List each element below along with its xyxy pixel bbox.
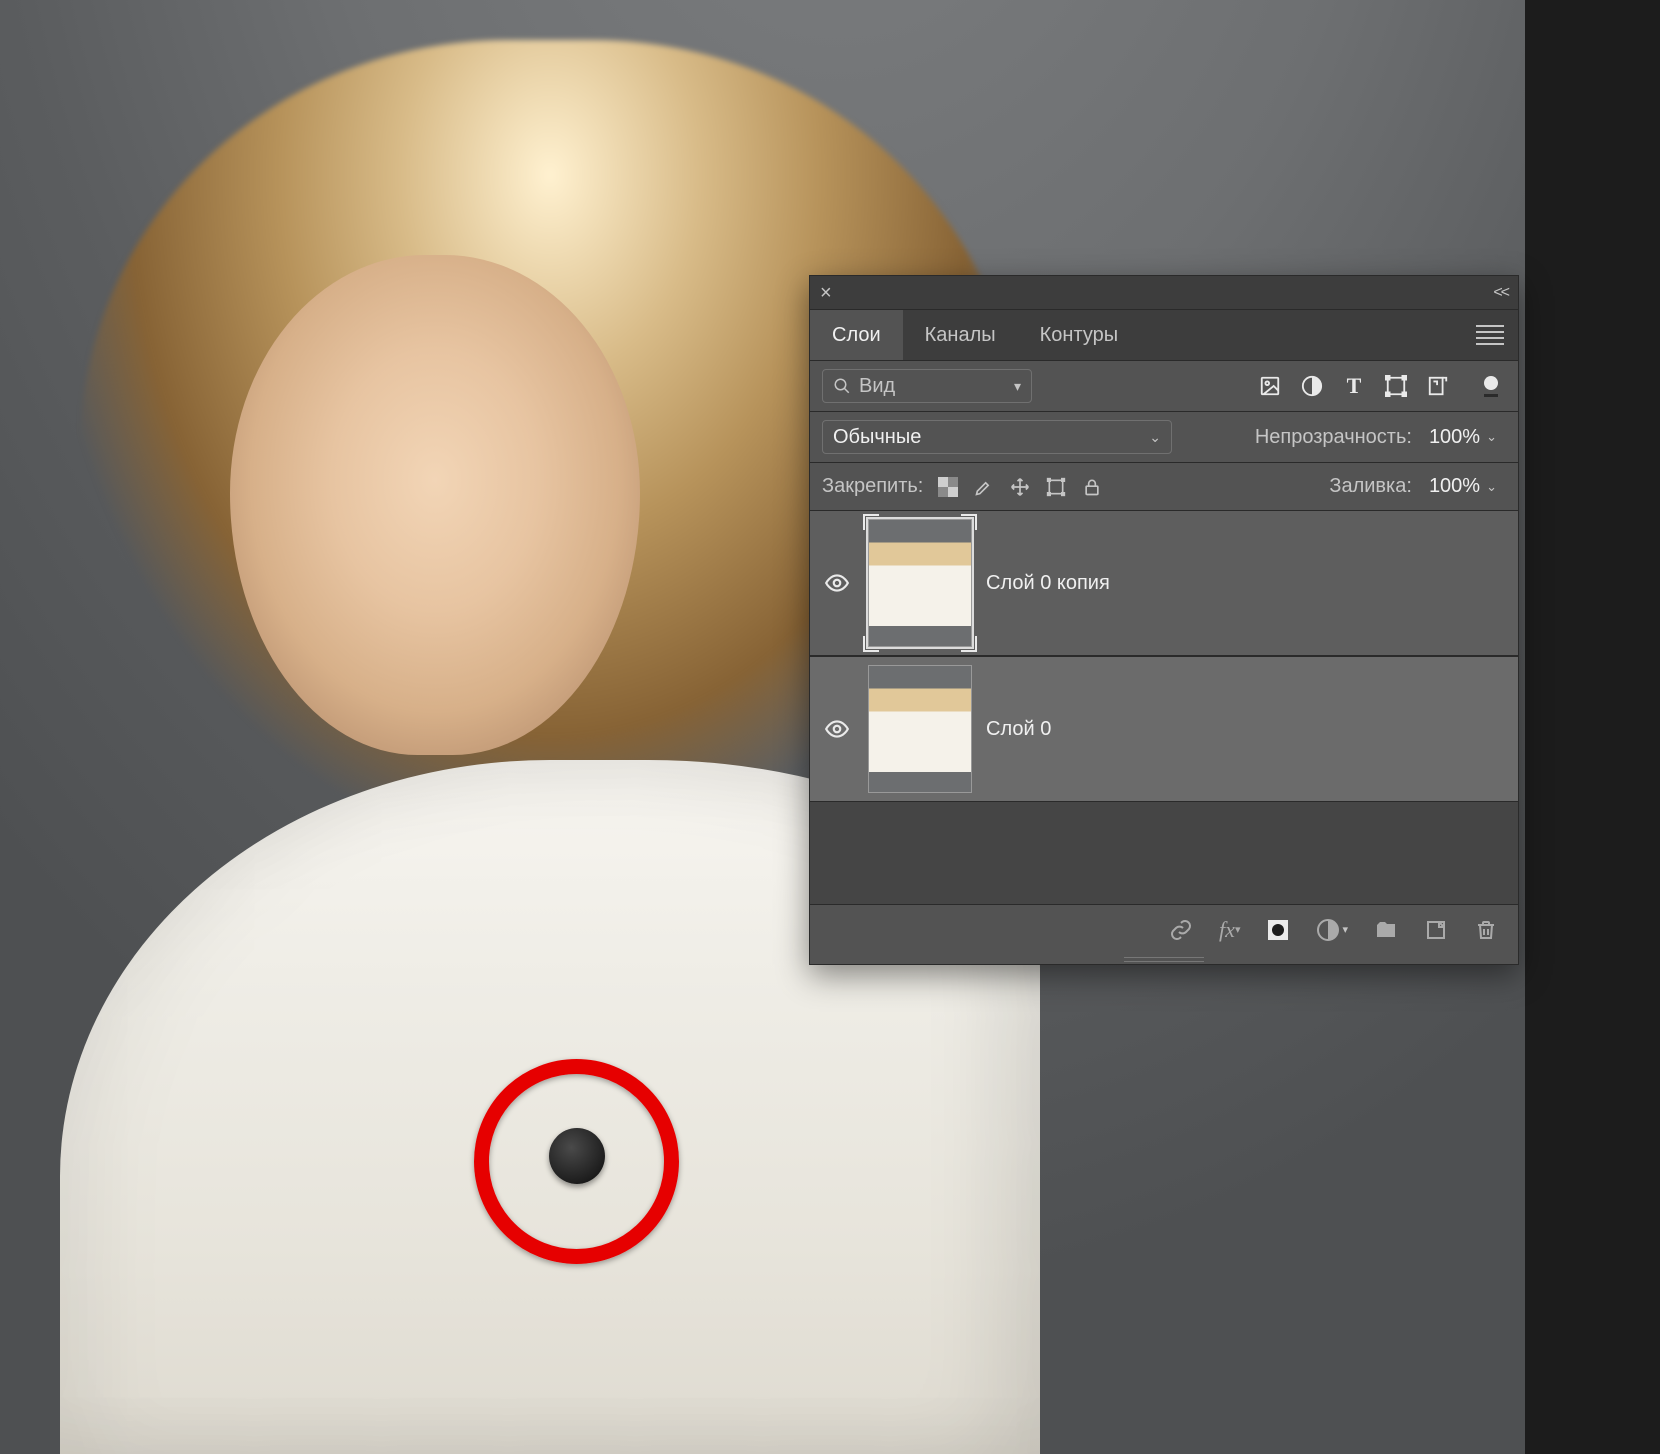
visibility-toggle[interactable] — [820, 712, 854, 746]
blend-mode-dropdown[interactable]: Обычные ⌄ — [822, 420, 1172, 454]
fill-value[interactable]: 100% ⌄ — [1420, 471, 1506, 502]
layers-panel: × << Слои Каналы Контуры Вид ▾ T — [809, 275, 1519, 965]
blend-opacity-row: Обычные ⌄ Непрозрачность: 100% ⌄ — [810, 411, 1518, 462]
layer-thumbnail[interactable] — [868, 519, 972, 647]
image-filter-icon[interactable] — [1258, 374, 1282, 398]
panel-titlebar[interactable]: × << — [810, 276, 1518, 310]
visibility-toggle[interactable] — [820, 566, 854, 600]
lock-pixels-icon[interactable] — [973, 476, 995, 498]
search-icon — [833, 377, 851, 395]
chevron-down-icon: ▾ — [1014, 378, 1021, 395]
adjustment-icon[interactable]: ▾ — [1316, 918, 1348, 942]
smartobject-filter-icon[interactable] — [1426, 374, 1450, 398]
panel-tabs: Слои Каналы Контуры — [810, 310, 1518, 360]
lock-all-icon[interactable] — [1081, 476, 1103, 498]
layer-name-label[interactable]: Слой 0 — [986, 718, 1051, 741]
filter-kind-label: Вид — [859, 375, 895, 398]
panel-menu-icon[interactable] — [1476, 325, 1504, 345]
shape-filter-icon[interactable] — [1384, 374, 1408, 398]
trash-icon[interactable] — [1474, 918, 1498, 942]
link-icon[interactable] — [1169, 918, 1193, 942]
tab-layers[interactable]: Слои — [810, 310, 903, 360]
opacity-value[interactable]: 100% ⌄ — [1420, 422, 1506, 453]
collapse-panel-icon[interactable]: << — [1493, 284, 1508, 302]
filter-kind-dropdown[interactable]: Вид ▾ — [822, 369, 1032, 403]
filter-icons: T — [1258, 374, 1450, 398]
layer-name-label[interactable]: Слой 0 копия — [986, 572, 1110, 595]
layer-filter-row: Вид ▾ T — [810, 360, 1518, 411]
layer-thumbnail[interactable] — [868, 665, 972, 793]
filter-toggle[interactable] — [1476, 376, 1506, 397]
portrait-face — [230, 255, 640, 755]
panel-footer: fx ▾ ▾ — [810, 904, 1518, 954]
adjustment-filter-icon[interactable] — [1300, 374, 1324, 398]
type-filter-icon[interactable]: T — [1342, 374, 1366, 398]
chevron-down-icon: ⌄ — [1486, 479, 1497, 495]
layer-row[interactable]: Слой 0 — [810, 656, 1518, 802]
tab-paths[interactable]: Контуры — [1018, 310, 1140, 360]
panel-resize-grip[interactable] — [810, 954, 1518, 964]
fill-label: Заливка: — [1329, 475, 1412, 498]
group-icon[interactable] — [1374, 918, 1398, 942]
lock-transparency-icon[interactable] — [937, 476, 959, 498]
lock-fill-row: Закрепить: Заливка: 100% ⌄ — [810, 462, 1518, 510]
opacity-label: Непрозрачность: — [1255, 426, 1412, 449]
lock-position-icon[interactable] — [1009, 476, 1031, 498]
layer-row[interactable]: Слой 0 копия — [810, 510, 1518, 656]
blend-mode-value: Обычные — [833, 426, 921, 449]
new-layer-icon[interactable] — [1424, 918, 1448, 942]
mask-icon[interactable] — [1266, 918, 1290, 942]
lock-label: Закрепить: — [822, 475, 923, 498]
chevron-down-icon: ⌄ — [1149, 429, 1161, 446]
lock-icons — [937, 476, 1103, 498]
layer-list: Слой 0 копия Слой 0 — [810, 510, 1518, 904]
pasteboard-dark-area — [1525, 0, 1660, 1454]
chevron-down-icon: ⌄ — [1486, 429, 1497, 445]
fx-icon[interactable]: fx ▾ — [1219, 918, 1240, 942]
blazer-button — [549, 1128, 605, 1184]
close-icon[interactable]: × — [820, 283, 832, 303]
tab-channels[interactable]: Каналы — [903, 310, 1018, 360]
lock-artboard-icon[interactable] — [1045, 476, 1067, 498]
